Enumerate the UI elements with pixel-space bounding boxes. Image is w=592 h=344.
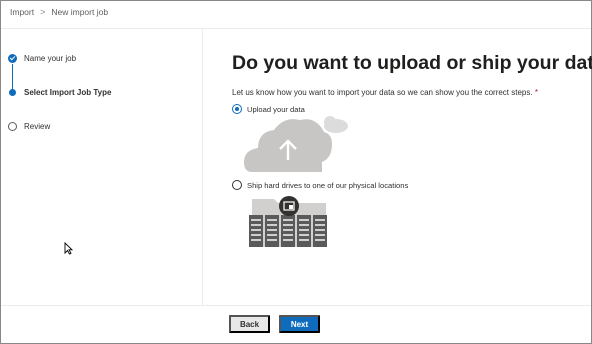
step-label: Review [24, 122, 51, 131]
step-label: Select Import Job Type [24, 88, 112, 97]
required-marker: * [534, 88, 538, 97]
stepper-progress-line [12, 64, 13, 90]
wizard-stepper: Name your job Select Import Job Type Rev… [0, 29, 203, 305]
step-label: Name your job [24, 54, 77, 63]
step-pending-icon [8, 122, 17, 131]
footer-divider [1, 305, 591, 306]
hard-drives-icon [249, 196, 327, 247]
step-select-import-job-type[interactable]: Select Import Job Type [8, 88, 111, 97]
cloud-upload-icon [244, 116, 348, 172]
step-review[interactable]: Review [8, 122, 50, 131]
breadcrumb-separator: > [40, 7, 46, 17]
step-current-icon [9, 89, 16, 96]
breadcrumb: Import > New import job [10, 7, 108, 17]
radio-unselected-icon[interactable] [232, 180, 242, 190]
step-done-check-icon [8, 54, 17, 63]
radio-selected-icon[interactable] [232, 104, 242, 114]
page-title: Do you want to upload or ship your data? [232, 52, 592, 74]
breadcrumb-current: New import job [51, 7, 109, 17]
back-button[interactable]: Back [229, 315, 270, 333]
radio-label: Ship hard drives to one of our physical … [247, 180, 409, 190]
page-description: Let us know how you want to import your … [232, 88, 538, 97]
radio-ship-hard-drives[interactable]: Ship hard drives to one of our physical … [232, 180, 408, 190]
mouse-cursor-icon [64, 242, 73, 255]
breadcrumb-link-import[interactable]: Import [10, 7, 34, 17]
step-name-your-job[interactable]: Name your job [8, 54, 76, 63]
description-text: Let us know how you want to import your … [232, 88, 533, 97]
next-button[interactable]: Next [279, 315, 320, 333]
